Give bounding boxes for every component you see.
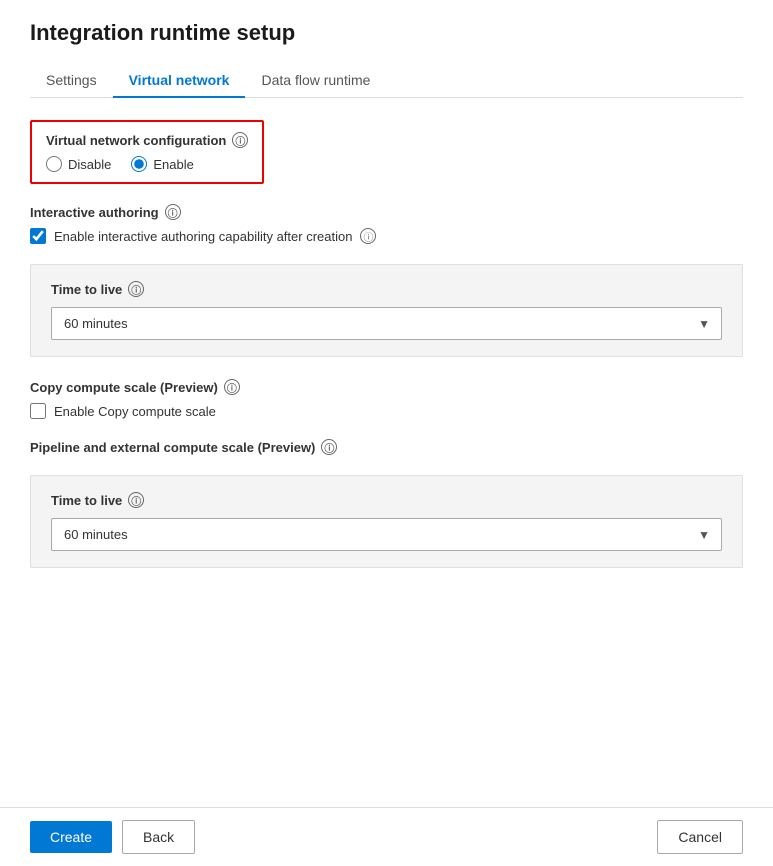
vnet-config-label: Virtual network configuration ⓘ (46, 132, 248, 148)
create-button[interactable]: Create (30, 821, 112, 853)
pipeline-compute-section: Pipeline and external compute scale (Pre… (30, 439, 743, 455)
time-to-live-box-1: Time to live ⓘ 0 minutes 15 minutes 30 m… (30, 264, 743, 357)
interactive-authoring-checkbox[interactable] (30, 228, 46, 244)
copy-compute-header: Copy compute scale (Preview) ⓘ (30, 379, 743, 395)
ttl2-dropdown-wrapper: 0 minutes 15 minutes 30 minutes 60 minut… (51, 518, 722, 551)
copy-compute-info-icon[interactable]: ⓘ (224, 379, 240, 395)
radio-enable-label: Enable (153, 157, 193, 172)
interactive-authoring-info-icon[interactable]: ⓘ (165, 204, 181, 220)
tab-data-flow-runtime[interactable]: Data flow runtime (245, 64, 386, 98)
ttl2-header: Time to live ⓘ (51, 492, 722, 508)
page-title: Integration runtime setup (30, 20, 743, 46)
copy-compute-section: Copy compute scale (Preview) ⓘ Enable Co… (30, 379, 743, 419)
ttl1-header: Time to live ⓘ (51, 281, 722, 297)
vnet-config-box: Virtual network configuration ⓘ Disable … (30, 120, 264, 184)
pipeline-compute-info-icon[interactable]: ⓘ (321, 439, 337, 455)
vnet-config-info-icon[interactable]: ⓘ (232, 132, 248, 148)
copy-compute-checkbox[interactable] (30, 403, 46, 419)
interactive-authoring-checkbox-info-icon[interactable]: ⓘ (360, 228, 376, 244)
ttl1-dropdown[interactable]: 0 minutes 15 minutes 30 minutes 60 minut… (51, 307, 722, 340)
interactive-authoring-section: Interactive authoring ⓘ Enable interacti… (30, 204, 743, 244)
vnet-radio-group: Disable Enable (46, 156, 248, 172)
footer: Create Back Cancel (0, 807, 773, 866)
tab-virtual-network[interactable]: Virtual network (113, 64, 246, 98)
back-button[interactable]: Back (122, 820, 195, 854)
radio-disable-input[interactable] (46, 156, 62, 172)
ttl1-info-icon[interactable]: ⓘ (128, 281, 144, 297)
tab-settings[interactable]: Settings (30, 64, 113, 98)
cancel-button[interactable]: Cancel (657, 820, 743, 854)
time-to-live-box-2: Time to live ⓘ 0 minutes 15 minutes 30 m… (30, 475, 743, 568)
ttl2-info-icon[interactable]: ⓘ (128, 492, 144, 508)
ttl2-dropdown[interactable]: 0 minutes 15 minutes 30 minutes 60 minut… (51, 518, 722, 551)
ttl1-dropdown-wrapper: 0 minutes 15 minutes 30 minutes 60 minut… (51, 307, 722, 340)
tabs: Settings Virtual network Data flow runti… (30, 64, 743, 98)
pipeline-compute-header: Pipeline and external compute scale (Pre… (30, 439, 743, 455)
radio-enable[interactable]: Enable (131, 156, 193, 172)
copy-compute-checkbox-row: Enable Copy compute scale (30, 403, 743, 419)
copy-compute-checkbox-label: Enable Copy compute scale (54, 404, 216, 419)
interactive-authoring-checkbox-label: Enable interactive authoring capability … (54, 229, 352, 244)
radio-enable-input[interactable] (131, 156, 147, 172)
interactive-authoring-header: Interactive authoring ⓘ (30, 204, 743, 220)
radio-disable-label: Disable (68, 157, 111, 172)
radio-disable[interactable]: Disable (46, 156, 111, 172)
interactive-authoring-checkbox-row: Enable interactive authoring capability … (30, 228, 743, 244)
